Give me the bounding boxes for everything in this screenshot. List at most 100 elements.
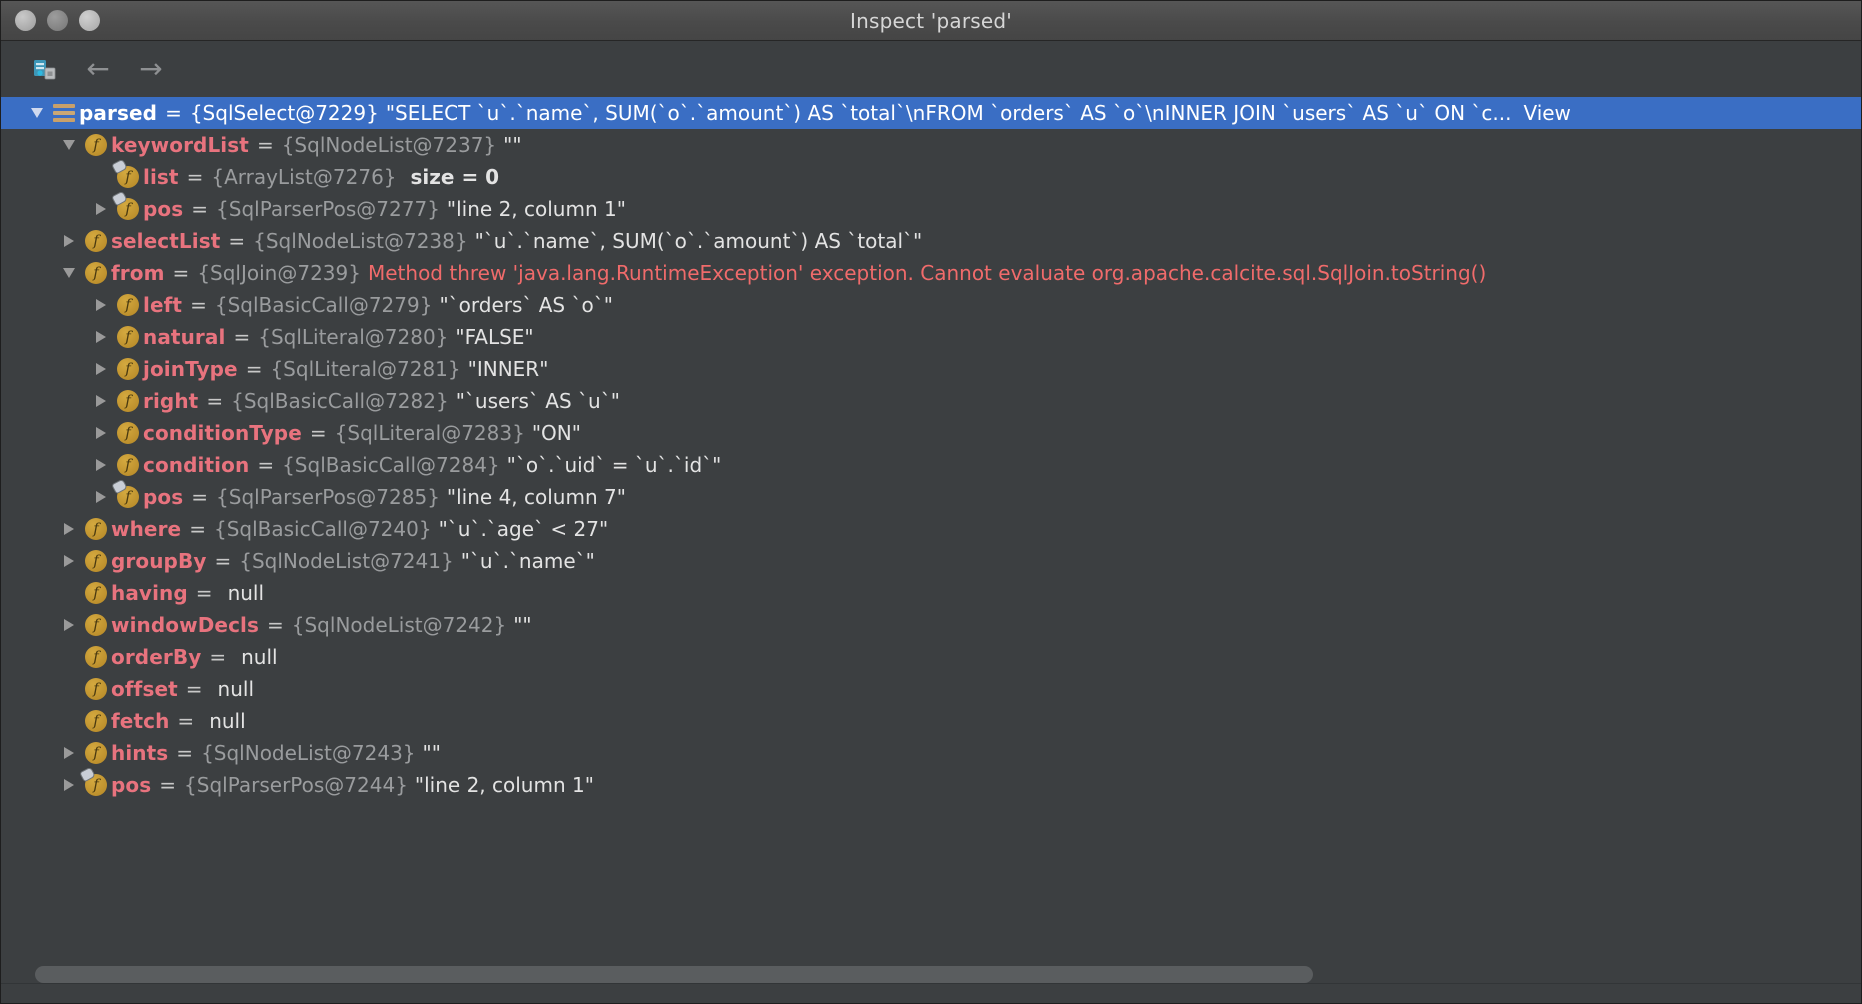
field-icon: f [81,737,111,769]
chevron-right-icon[interactable] [57,609,81,641]
tree-row[interactable]: f from = {SqlJoin@7239} Method threw 'java.l… [1,257,1861,289]
final-field-icon: f [113,193,143,225]
tree-row[interactable]: parsed = {SqlSelect@7229} "SELECT `u`.`name… [1,97,1861,129]
chevron-right-icon[interactable] [89,289,113,321]
tree-row[interactable]: f having = null [1,577,1861,609]
assignment-operator: = [190,293,207,317]
window-title: Inspect 'parsed' [850,8,1012,33]
forward-arrow-glyph: → [139,52,163,85]
field-value: null [241,645,278,669]
field-glyph: f [85,614,107,636]
tree-row-label: keywordList = {SqlNodeList@7237} "" [111,133,522,157]
chevron-right-icon[interactable] [89,449,113,481]
assignment-operator: = [172,261,190,285]
assignment-operator: = [256,133,274,157]
tree-row[interactable]: f fetch = null [1,705,1861,737]
assignment-operator: = [206,389,224,413]
tree-row[interactable]: f hints = {SqlNodeList@7243} "" [1,737,1861,769]
tree-row[interactable]: f windowDecls = {SqlNodeList@7242} "" [1,609,1861,641]
chevron-right-icon[interactable] [57,225,81,257]
field-glyph: f [85,710,107,732]
collection-size: size = 0 [410,165,500,189]
back-arrow-glyph: ← [86,52,110,85]
field-name: windowDecls [111,613,259,637]
forward-arrow-icon[interactable]: → [134,52,168,86]
field-value: "" [513,613,532,637]
zoom-window-button[interactable] [79,10,100,31]
title-bar: Inspect 'parsed' [1,1,1861,41]
close-window-button[interactable] [15,10,36,31]
chevron-right-icon[interactable] [89,481,113,513]
tree-row[interactable]: f keywordList = {SqlNodeList@7237} "" [1,129,1861,161]
assignment-operator: = [191,197,209,221]
field-value: "" [503,133,522,157]
chevron-right-icon[interactable] [57,737,81,769]
show-as-object-tree-icon[interactable] [28,52,62,86]
field-name: keywordList [111,133,249,157]
field-type: {ArrayList@7276} [211,165,397,189]
assignment-operator: = [267,613,284,637]
tree-row[interactable]: f natural = {SqlLiteral@7280} "FALSE" [1,321,1861,353]
tree-row[interactable]: f offset = null [1,673,1861,705]
chevron-right-icon[interactable] [89,321,113,353]
field-icon: f [113,449,143,481]
field-glyph: f [117,294,139,316]
tree-row[interactable]: f condition = {SqlBasicCall@7284} "`o`.`uid`… [1,449,1861,481]
chevron-right-icon[interactable] [89,193,113,225]
tree-twisty-placeholder [89,161,113,193]
tree-row-label: list = {ArrayList@7276} size = 0 [143,165,499,189]
final-field-icon: f [81,769,111,801]
assignment-operator: = [257,453,275,477]
chevron-right-icon[interactable] [89,353,113,385]
field-icon: f [81,705,111,737]
field-name: orderBy [111,645,202,669]
horizontal-scrollbar[interactable] [3,966,1859,983]
field-name: pos [111,773,152,797]
final-field-icon: f [113,481,143,513]
tree-twisty-placeholder [57,705,81,737]
tree-row[interactable]: f list = {ArrayList@7276} size = 0 [1,161,1861,193]
chevron-right-icon[interactable] [89,417,113,449]
field-value: "`u`.`name`, SUM(`o`.`amount`) AS `total… [474,229,923,253]
tree-row[interactable]: f pos = {SqlParserPos@7244} "line 2, column … [1,769,1861,801]
chevron-right-icon[interactable] [57,545,81,577]
field-type: {SqlParserPos@7285} [216,485,440,509]
minimize-window-button[interactable] [47,10,68,31]
tree-row[interactable]: f where = {SqlBasicCall@7240} "`u`.`age` < 2… [1,513,1861,545]
object-tree: parsed = {SqlSelect@7229} "SELECT `u`.`name… [1,97,1861,801]
chevron-right-icon[interactable] [57,513,81,545]
tree-row[interactable]: f conditionType = {SqlLiteral@7283} "ON" [1,417,1861,449]
tree-row[interactable]: f left = {SqlBasicCall@7279} "`orders` AS `o… [1,289,1861,321]
field-name: pos [143,485,184,509]
tree-row[interactable]: f groupBy = {SqlNodeList@7241} "`u`.`name`" [1,545,1861,577]
view-value-link[interactable]: View [1511,101,1570,125]
assignment-operator: = [209,645,227,669]
object-tree-panel[interactable]: parsed = {SqlSelect@7229} "SELECT `u`.`name… [1,97,1861,1003]
chevron-down-icon[interactable] [57,257,81,289]
tree-row[interactable]: f right = {SqlBasicCall@7282} "`users` AS `u… [1,385,1861,417]
tree-row[interactable]: f orderBy = null [1,641,1861,673]
chevron-down-icon[interactable] [25,97,49,129]
back-arrow-icon[interactable]: ← [81,52,115,86]
field-name: having [111,581,188,605]
chevron-right-icon[interactable] [57,769,81,801]
field-type: {SqlBasicCall@7279} [214,293,433,317]
tree-row-label: joinType = {SqlLiteral@7281} "INNER" [143,357,548,381]
field-name: selectList [111,229,221,253]
field-name: condition [143,453,250,477]
field-name: groupBy [111,549,207,573]
tree-row[interactable]: f joinType = {SqlLiteral@7281} "INNER" [1,353,1861,385]
chevron-right-icon[interactable] [89,385,113,417]
field-type: {SqlLiteral@7283} [334,421,525,445]
tree-row[interactable]: f pos = {SqlParserPos@7285} "line 4, column … [1,481,1861,513]
chevron-down-icon[interactable] [57,129,81,161]
tree-twisty-placeholder [57,641,81,673]
horizontal-scrollbar-thumb[interactable] [35,966,1313,983]
field-type: {SqlSelect@7229} [189,101,379,125]
field-name: where [111,517,182,541]
tree-row[interactable]: f pos = {SqlParserPos@7277} "line 2, column … [1,193,1861,225]
tree-row-label: windowDecls = {SqlNodeList@7242} "" [111,613,532,637]
field-glyph: f [85,774,107,796]
field-name: right [143,389,199,413]
tree-row[interactable]: f selectList = {SqlNodeList@7238} "`u`.`name… [1,225,1861,257]
